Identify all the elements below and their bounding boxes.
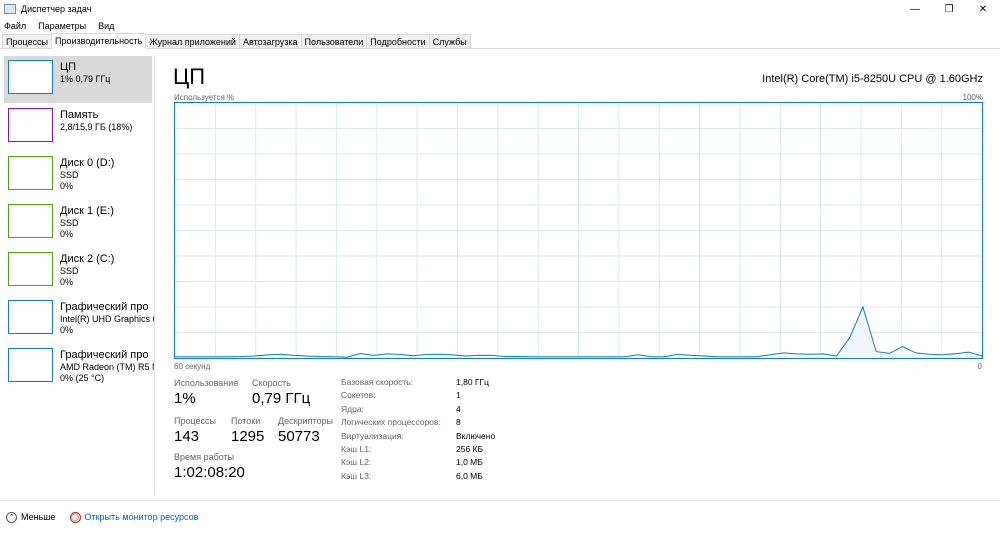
mini-graph xyxy=(8,300,53,334)
sidebar-item-value: 0% xyxy=(60,277,74,287)
sidebar-item-detail: AMD Radeon (TM) R5 M xyxy=(60,362,154,372)
sidebar-item-detail: SSD xyxy=(60,218,79,228)
speed-label: Скорость xyxy=(252,378,291,388)
sidebar-item[interactable]: Память 2,8/15,9 ГБ (18%) xyxy=(0,104,154,151)
spec-label: Ядра: xyxy=(341,403,364,414)
tab-app-history[interactable]: Журнал приложений xyxy=(145,34,240,48)
sidebar-item-title: Диск 0 (D:) xyxy=(60,157,115,169)
spec-labels: Базовая скорость: Сокетов: Ядра: Логических… xyxy=(341,376,441,483)
usage-value: 1% xyxy=(174,390,196,407)
mini-graph xyxy=(8,204,53,238)
tab-details[interactable]: Подробности xyxy=(366,34,430,48)
mini-graph xyxy=(8,108,53,142)
page-title: ЦП xyxy=(173,64,206,89)
spec-value: 1,0 МБ xyxy=(456,457,483,468)
mini-graph xyxy=(8,348,53,382)
sidebar-item-value: 0% xyxy=(60,181,74,191)
minimize-button[interactable]: — xyxy=(898,0,932,18)
tab-performance[interactable]: Производительность xyxy=(51,33,147,49)
spec-label: Кэш L2: xyxy=(341,457,372,468)
resource-list: ЦП 1% 0,79 ГГц Память 2,8/15,9 ГБ (18%) … xyxy=(0,56,155,495)
threads-value: 1295 xyxy=(231,428,265,445)
menu-file[interactable]: Файл xyxy=(4,21,26,31)
sidebar-item[interactable]: ЦП 1% 0,79 ГГц xyxy=(4,56,152,103)
uptime-value: 1:02:08:20 xyxy=(174,464,245,481)
sidebar-item-value: 0% xyxy=(60,325,74,335)
sidebar-item-title: Диск 2 (C:) xyxy=(60,253,115,265)
spec-values: 1,80 ГГц 1 4 8 Включено 256 КБ 1,0 МБ 6,0 МБ xyxy=(456,376,495,483)
sidebar-item-detail: SSD xyxy=(60,266,79,276)
sidebar-item[interactable]: Диск 0 (D:) SSD 0% xyxy=(0,152,154,199)
sidebar-item[interactable]: Графический про AMD Radeon (TM) R5 M 0% … xyxy=(0,344,154,391)
spec-label: Кэш L3: xyxy=(341,470,372,481)
sidebar-item-title: ЦП xyxy=(60,61,77,73)
spec-label: Логических процессоров: xyxy=(341,417,441,428)
window-title: Диспетчер задач xyxy=(21,4,92,14)
threads-label: Потоки xyxy=(231,416,261,426)
cpu-model: Intel(R) Core(TM) i5-8250U CPU @ 1.60GHz xyxy=(762,73,983,85)
handles-label: Дескрипторы xyxy=(278,416,333,426)
sidebar-item-detail: 2,8/15,9 ГБ (18%) xyxy=(60,122,133,132)
title-bar: Диспетчер задач xyxy=(0,0,1000,18)
tab-startup[interactable]: Автозагрузка xyxy=(238,34,302,48)
spec-value: 8 xyxy=(456,417,461,428)
x-right-label: 0 xyxy=(977,362,982,371)
sidebar-item-title: Диск 1 (E:) xyxy=(60,205,114,217)
cpu-usage-chart xyxy=(174,102,983,359)
sidebar-item[interactable]: Графический про Intel(R) UHD Graphics 62… xyxy=(0,296,154,343)
spec-value: 1 xyxy=(456,390,461,401)
menu-bar: Файл Параметры Вид xyxy=(0,18,1000,33)
spec-value: Включено xyxy=(456,430,496,441)
resource-monitor-icon: ◯ xyxy=(69,511,81,523)
handles-value: 50773 xyxy=(278,428,320,445)
speed-value: 0,79 ГГц xyxy=(252,390,311,407)
spec-value: 6,0 МБ xyxy=(456,470,483,481)
sidebar-item[interactable]: Диск 1 (E:) SSD 0% xyxy=(0,200,154,247)
tab-processes[interactable]: Процессы xyxy=(2,34,53,48)
sidebar-item-detail: SSD xyxy=(60,170,79,180)
spec-value: 256 КБ xyxy=(456,444,484,455)
sidebar-item-title: Графический про xyxy=(60,301,149,313)
sidebar-item-detail: 1% 0,79 ГГц xyxy=(60,74,111,84)
sidebar-item-value: 0% (25 °C) xyxy=(60,373,105,383)
sidebar-item[interactable]: Диск 2 (C:) SSD 0% xyxy=(0,248,154,295)
tab-bar: Процессы Производительность Журнал прило… xyxy=(0,33,1000,49)
maximize-button[interactable]: ❐ xyxy=(932,0,966,18)
spec-label: Виртуализация: xyxy=(341,430,404,441)
sidebar-item-value: 0% xyxy=(60,229,74,239)
usage-label: Использование xyxy=(174,378,239,388)
spec-label: Базовая скорость: xyxy=(341,377,414,387)
task-manager-icon xyxy=(4,4,16,14)
menu-view[interactable]: Вид xyxy=(98,21,114,31)
mini-graph xyxy=(8,60,53,94)
mini-graph xyxy=(8,252,53,286)
tab-services[interactable]: Службы xyxy=(428,34,471,48)
spec-label: Кэш L1: xyxy=(341,444,372,455)
processes-value: 143 xyxy=(174,428,200,445)
footer: ⌃ Меньше ◯ Открыть монитор ресурсов xyxy=(0,500,1000,533)
x-left-label: 60 секунд xyxy=(174,362,211,371)
spec-value: 1,80 ГГц xyxy=(456,377,489,387)
fewer-details-button[interactable]: Меньше xyxy=(21,512,56,522)
spec-label: Сокетов: xyxy=(341,390,376,401)
open-resource-monitor-link[interactable]: Открыть монитор ресурсов xyxy=(85,512,199,522)
mini-graph xyxy=(8,156,53,190)
spec-value: 4 xyxy=(456,403,461,414)
y-max-label: 100% xyxy=(962,93,983,102)
tab-users[interactable]: Пользователи xyxy=(300,34,368,48)
menu-options[interactable]: Параметры xyxy=(38,21,86,31)
chevron-up-icon[interactable]: ⌃ xyxy=(6,511,17,523)
sidebar-item-title: Память xyxy=(60,109,99,121)
chart-title: Используется % xyxy=(174,93,235,102)
uptime-label: Время работы xyxy=(174,452,235,462)
sidebar-item-title: Графический про xyxy=(60,349,149,361)
close-button[interactable]: ✕ xyxy=(966,0,1000,18)
sidebar-item-detail: Intel(R) UHD Graphics 62 xyxy=(60,314,154,324)
processes-label: Процессы xyxy=(174,416,217,426)
